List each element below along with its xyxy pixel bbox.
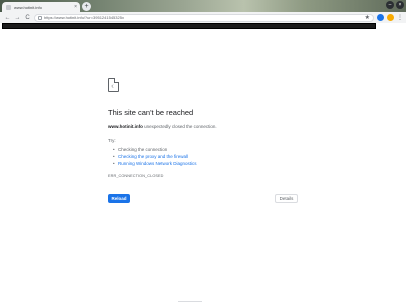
error-description: www.hotinit.info unexpectedly closed the… — [108, 124, 308, 129]
error-code: ERR_CONNECTION_CLOSED — [108, 174, 164, 178]
tab-strip: www.hotinit.info × + – × — [0, 0, 406, 12]
divider — [178, 301, 202, 302]
extension-icon-2[interactable] — [387, 14, 394, 21]
back-icon[interactable]: ← — [4, 15, 11, 21]
suggestion-item: Checking the connection — [113, 146, 308, 153]
details-button[interactable]: Details — [275, 194, 298, 203]
close-window-icon[interactable]: × — [396, 1, 404, 9]
minimize-icon[interactable]: – — [386, 1, 394, 9]
error-content: :( This site can't be reached www.hotini… — [108, 78, 308, 178]
suggestion-link[interactable]: Checking the proxy and the firewall — [113, 153, 308, 160]
reload-button[interactable]: Reload — [108, 194, 130, 203]
bookmark-star-icon[interactable]: ★ — [365, 14, 370, 21]
new-tab-button[interactable]: + — [82, 2, 91, 11]
page-icon — [6, 4, 11, 10]
menu-icon[interactable]: ⋮ — [397, 14, 403, 21]
window-controls: – × — [386, 1, 404, 9]
error-title: This site can't be reached — [108, 108, 194, 117]
extension-icon[interactable] — [377, 14, 384, 21]
error-description-text: unexpectedly closed the connection. — [142, 124, 217, 129]
address-bar[interactable]: https://www.hotinit.info/?ur=39512415453… — [34, 13, 374, 22]
error-host: www.hotinit.info — [108, 124, 143, 129]
tab-title: www.hotinit.info — [14, 4, 42, 10]
toolbar: ← → C https://www.hotinit.info/?ur=39512… — [0, 12, 406, 23]
suggestion-link[interactable]: Running Windows Network Diagnostics — [113, 160, 308, 167]
suggestion-list: Checking the connection Checking the pro… — [108, 146, 308, 167]
redacted-bar — [2, 23, 376, 29]
browser-window: www.hotinit.info × + – × ← → C https://w… — [0, 0, 406, 304]
try-label: Try: — [108, 138, 116, 143]
forward-icon[interactable]: → — [14, 15, 21, 21]
reload-icon[interactable]: C — [24, 15, 31, 21]
info-icon[interactable] — [38, 15, 42, 20]
sad-page-icon: :( — [108, 78, 119, 92]
url-text[interactable]: https://www.hotinit.info/?ur=39512415453… — [44, 15, 124, 20]
close-icon[interactable]: × — [74, 4, 77, 10]
active-tab[interactable]: www.hotinit.info × — [2, 2, 80, 12]
